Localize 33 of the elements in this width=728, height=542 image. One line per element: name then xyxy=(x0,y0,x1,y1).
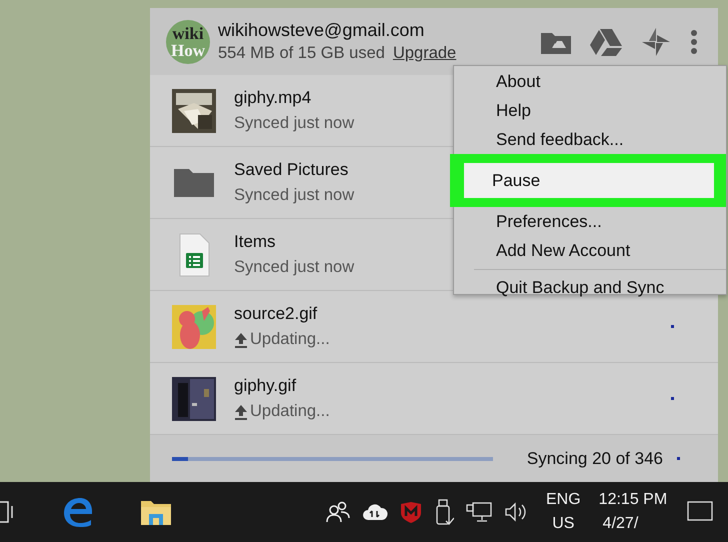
sync-status: Updating... xyxy=(250,330,330,349)
people-icon[interactable] xyxy=(326,501,350,523)
file-name: giphy.gif xyxy=(234,376,298,396)
file-name: source2.gif xyxy=(234,304,318,324)
pinwheel-icon[interactable] xyxy=(640,26,672,58)
sync-status: Updating... xyxy=(250,402,330,421)
file-explorer-icon[interactable] xyxy=(140,498,172,526)
shield-m-icon[interactable] xyxy=(400,501,422,523)
sync-status: Synced just now xyxy=(234,186,354,205)
upload-icon xyxy=(234,404,248,420)
clock[interactable]: 12:15 PM 4/27/ xyxy=(598,491,668,533)
file-name: Items xyxy=(234,232,277,252)
upload-icon xyxy=(234,332,248,348)
file-name: giphy.mp4 xyxy=(234,88,312,108)
menu-icon[interactable] xyxy=(690,28,698,54)
sync-status: Synced just now xyxy=(234,114,354,133)
browser-e-icon[interactable] xyxy=(62,497,94,527)
menu-item[interactable]: Pause xyxy=(464,163,714,198)
volume-icon[interactable] xyxy=(504,502,528,522)
usb-drive-icon[interactable] xyxy=(434,499,454,525)
file-name: Saved Pictures xyxy=(234,160,350,180)
triangle-logo-icon[interactable] xyxy=(590,28,622,56)
upgrade-link[interactable]: Upgrade xyxy=(392,44,456,63)
cloud-sync-icon[interactable] xyxy=(362,503,388,521)
account-email: wikihowsteve@gmail.com xyxy=(218,20,426,41)
task-view-icon[interactable] xyxy=(0,500,16,524)
sync-status: Synced just now xyxy=(234,258,354,277)
language-indicator[interactable]: ENG US xyxy=(546,491,581,533)
storage-usage: 554 MB of 15 GB used xyxy=(218,44,385,63)
sync-progress-text: Syncing 20 of 346 xyxy=(526,448,663,468)
avatar-logo: wiki How xyxy=(166,20,210,64)
notification-icon[interactable] xyxy=(687,501,714,523)
network-icon[interactable] xyxy=(466,501,492,523)
